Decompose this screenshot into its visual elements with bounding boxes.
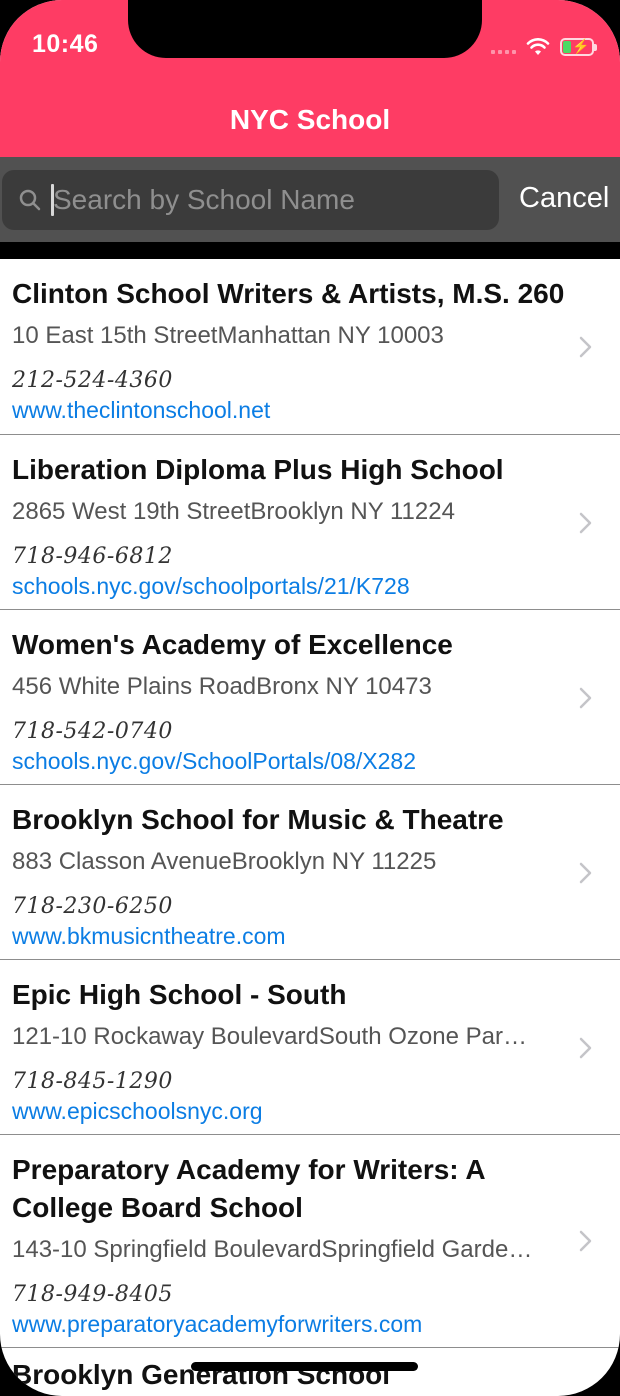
school-phone: 718-949-8405 [12,1282,173,1307]
list-item[interactable]: Epic High School - South 121-10 Rockaway… [0,960,620,1135]
school-phone: 718-230-6250 [12,894,173,919]
chevron-right-icon [579,512,592,534]
cellular-signal-icon [491,40,516,54]
wifi-icon [526,38,550,55]
app-screen: 10:46 ⚡ NYC School Canc [0,0,620,1396]
school-list: Clinton School Writers & Artists, M.S. 2… [0,259,620,1396]
school-name: Brooklyn School for Music & Theatre [12,804,504,835]
school-address: 883 Classon AvenueBrooklyn NY 11225 [12,848,437,875]
list-item[interactable]: Liberation Diploma Plus High School 2865… [0,435,620,610]
list-item[interactable]: Brooklyn Generation School [0,1348,620,1396]
page-title: NYC School [229,104,391,135]
device-notch [128,0,482,58]
school-website-link[interactable]: www.epicschoolsnyc.org [12,1096,620,1130]
list-item[interactable]: Women's Academy of Excellence 456 White … [0,610,620,785]
chevron-right-icon [579,336,592,358]
school-address: 456 White Plains RoadBronx NY 10473 [12,673,432,700]
section-divider [0,242,620,259]
battery-charging-icon: ⚡ [560,38,597,56]
school-name: Women's Academy of Excellence [12,629,453,660]
navigation-header: 10:46 ⚡ NYC School [0,0,620,157]
list-item[interactable]: Clinton School Writers & Artists, M.S. 2… [0,259,620,435]
status-time: 10:46 [32,30,99,58]
chevron-right-icon [579,862,592,884]
search-input[interactable] [53,170,483,230]
school-website-link[interactable]: www.preparatoryacademyforwriters.com [12,1309,620,1343]
school-website-link[interactable]: www.bkmusicntheatre.com [12,921,620,955]
school-name: Epic High School - South [12,979,347,1010]
school-phone: 718-946-6812 [12,544,173,569]
cancel-button[interactable]: Cancel [519,182,609,215]
school-name: Preparatory Academy for Writers: A Colle… [12,1154,485,1223]
school-address: 143-10 Springfield BoulevardSpringfield … [12,1236,533,1263]
chevron-right-icon [579,687,592,709]
search-field[interactable] [2,170,499,230]
school-name: Liberation Diploma Plus High School [12,454,504,485]
school-website-link[interactable]: schools.nyc.gov/SchoolPortals/08/X282 [12,746,620,780]
list-item[interactable]: Brooklyn School for Music & Theatre 883 … [0,785,620,960]
school-phone: 718-845-1290 [12,1069,173,1094]
text-cursor [51,184,54,216]
school-phone: 212-524-4360 [12,368,173,393]
chevron-right-icon [579,1037,592,1059]
school-phone: 718-542-0740 [12,719,173,744]
home-indicator[interactable] [191,1362,418,1371]
school-website-link[interactable]: www.theclintonschool.net [12,395,620,429]
school-name: Brooklyn Generation School [12,1359,391,1390]
school-name: Clinton School Writers & Artists, M.S. 2… [12,278,565,309]
chevron-right-icon [579,1230,592,1252]
status-icons: ⚡ [491,33,597,61]
school-address: 10 East 15th StreetManhattan NY 10003 [12,322,444,349]
search-icon [19,189,41,211]
list-item[interactable]: Preparatory Academy for Writers: A Colle… [0,1135,620,1348]
school-address: 2865 West 19th StreetBrooklyn NY 11224 [12,498,455,525]
school-address: 121-10 Rockaway BoulevardSouth Ozone Par… [12,1023,527,1050]
school-website-link[interactable]: schools.nyc.gov/schoolportals/21/K728 [12,571,620,605]
